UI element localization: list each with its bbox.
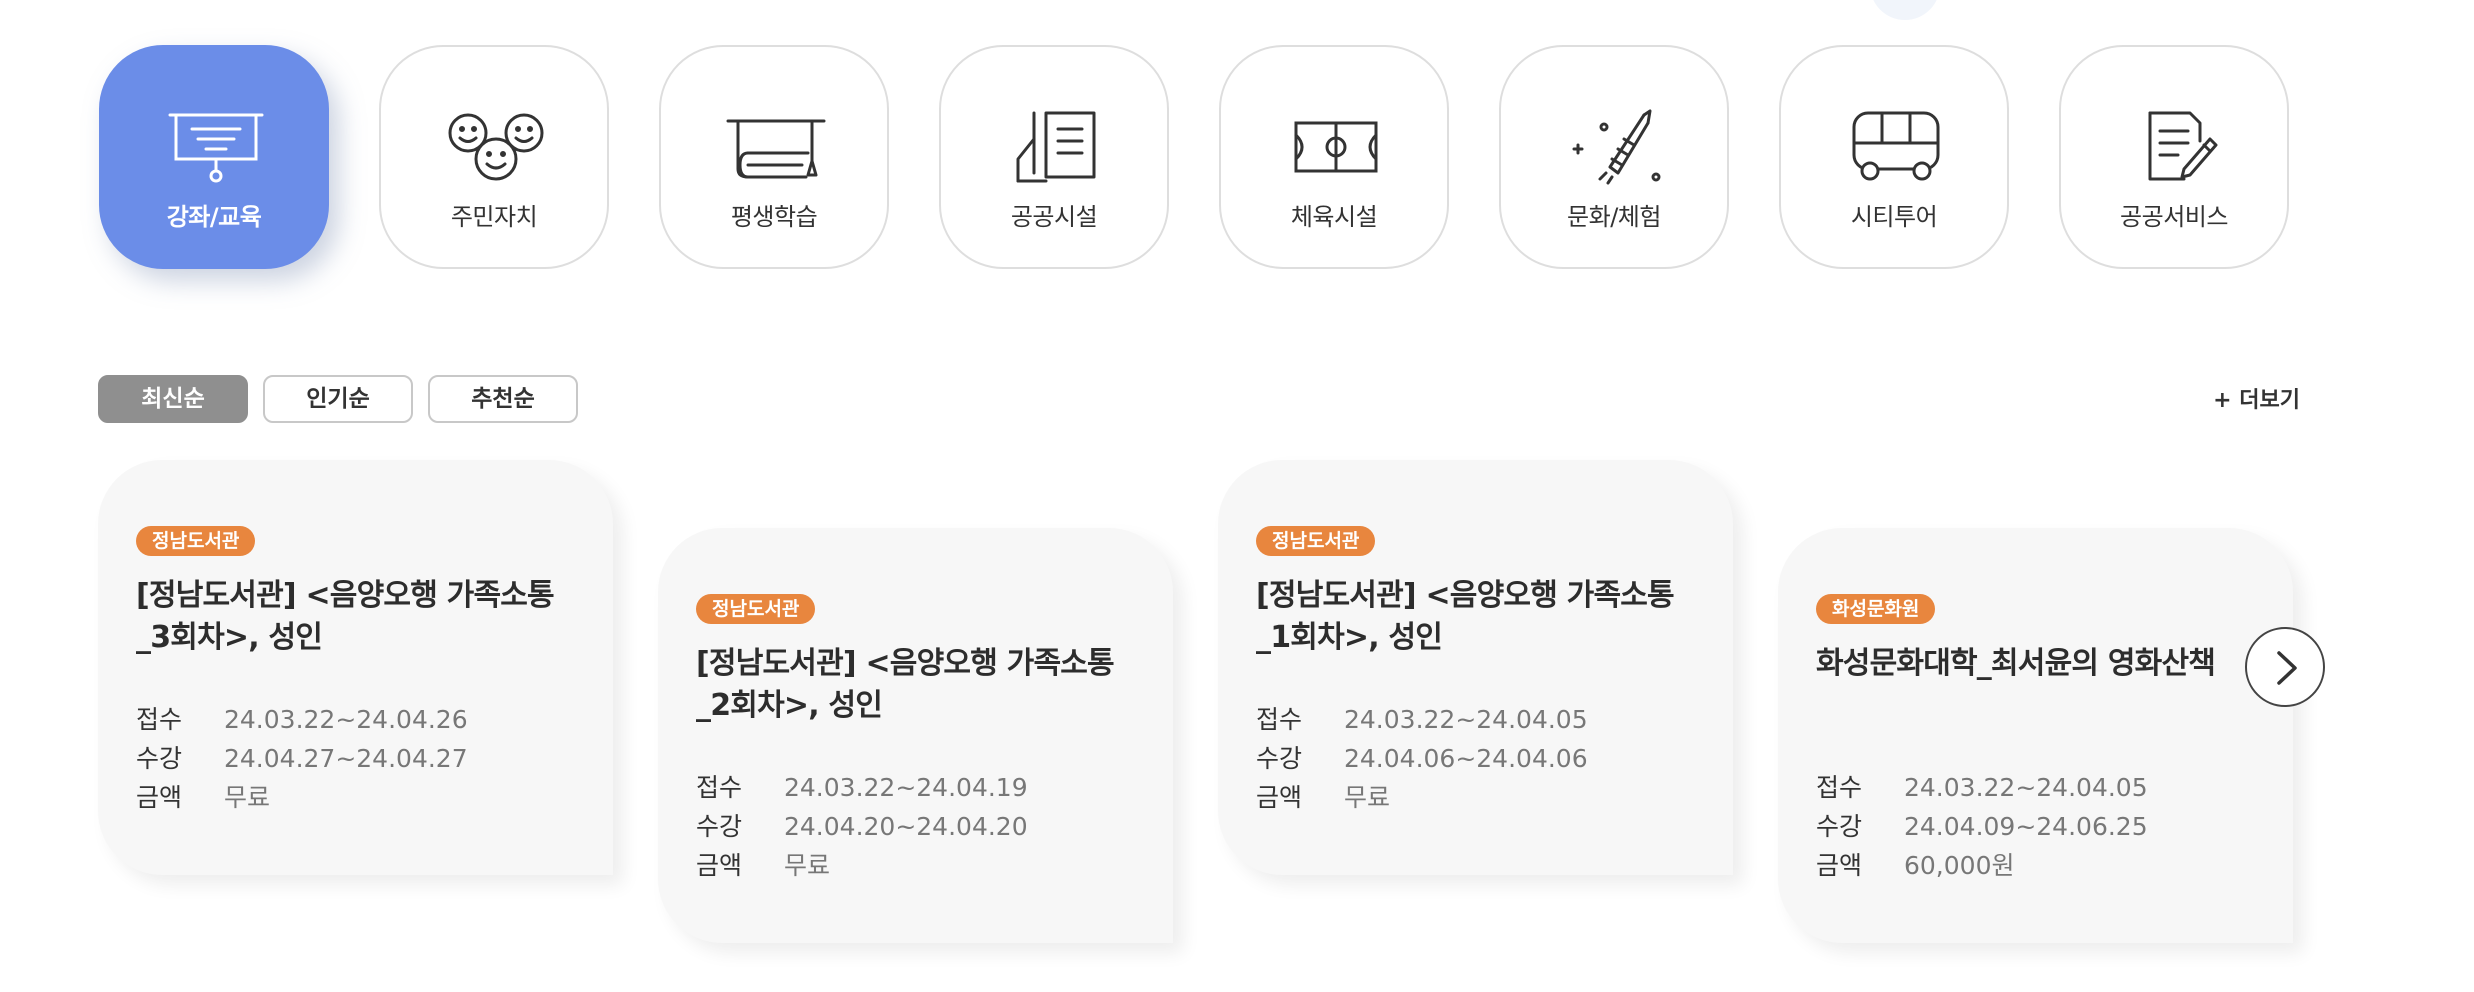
apply-label: 접수: [696, 773, 743, 802]
card-tag: 정남도서관: [1256, 526, 1376, 556]
category-lecture-education[interactable]: 강좌/교육: [99, 45, 329, 269]
bus-icon: [1852, 111, 1940, 181]
card-tag: 화성문화원: [1816, 594, 1936, 624]
smiley-faces-icon: [448, 113, 544, 181]
course-label: 수강: [136, 744, 183, 773]
course-period: 24.04.09~24.06.25: [1904, 812, 2148, 841]
category-public-facilities[interactable]: 공공시설: [939, 45, 1169, 269]
price-value: 무료: [1344, 783, 1391, 812]
category-label: 체육시설: [1290, 203, 1378, 231]
card-info: 접수 24.03.22~24.04.19 수강 24.04.20~24.04.20 …: [696, 768, 1136, 885]
category-label: 공공서비스: [2120, 203, 2228, 231]
firework-icon: [1572, 109, 1661, 185]
category-label: 주민자치: [450, 203, 538, 231]
sort-tab-latest[interactable]: 최신순: [98, 375, 248, 423]
price-label: 금액: [1816, 851, 1863, 880]
card-title: [정남도서관] <음양오행 가족소통_2회차>, 성인: [696, 646, 1115, 723]
price-value: 무료: [784, 851, 831, 880]
price-value: 60,000원: [1904, 851, 2015, 880]
course-label: 수강: [1816, 812, 1863, 841]
projector-screen-icon: [168, 113, 264, 183]
category-lifelong-learning[interactable]: 평생학습: [659, 45, 889, 269]
card-tag: 정남도서관: [136, 526, 256, 556]
card-title: [정남도서관] <음양오행 가족소통_3회차>, 성인: [136, 578, 555, 655]
carousel-next-button[interactable]: [2245, 627, 2325, 707]
sort-tab-recommended[interactable]: 추천순: [428, 375, 578, 423]
scroll-icon: [726, 119, 826, 179]
category-label: 평생학습: [730, 203, 818, 231]
program-card[interactable]: 정남도서관 [정남도서관] <음양오행 가족소통_2회차>, 성인 접수 24.0…: [658, 528, 1173, 943]
apply-period: 24.03.22~24.04.05: [1344, 705, 1588, 734]
program-card[interactable]: 정남도서관 [정남도서관] <음양오행 가족소통_3회차>, 성인 접수 24.0…: [98, 460, 613, 875]
document-pen-icon: [2148, 111, 2218, 181]
card-tag: 정남도서관: [696, 594, 816, 624]
price-value: 무료: [224, 783, 271, 812]
card-title: [정남도서관] <음양오행 가족소통_1회차>, 성인: [1256, 578, 1675, 655]
apply-label: 접수: [1256, 705, 1303, 734]
program-card[interactable]: 화성문화원 화성문화대학_최서윤의 영화산책 접수 24.03.22~24.04.…: [1778, 528, 2293, 943]
card-title: 화성문화대학_최서윤의 영화산책: [1816, 646, 2216, 681]
course-period: 24.04.06~24.04.06: [1344, 744, 1588, 773]
category-culture-experience[interactable]: 문화/체험: [1499, 45, 1729, 269]
program-card[interactable]: 정남도서관 [정남도서관] <음양오행 가족소통_1회차>, 성인 접수 24.0…: [1218, 460, 1733, 875]
card-info: 접수 24.03.22~24.04.05 수강 24.04.09~24.06.25 …: [1816, 768, 2256, 885]
course-label: 수강: [1256, 744, 1303, 773]
chevron-right-icon: [2277, 651, 2297, 685]
more-link[interactable]: + 더보기: [2190, 382, 2300, 414]
background-decoration: [1870, 0, 1940, 20]
category-label: 공공시설: [1010, 203, 1098, 231]
card-info: 접수 24.03.22~24.04.05 수강 24.04.06~24.04.06 …: [1256, 700, 1696, 817]
course-period: 24.04.20~24.04.20: [784, 812, 1028, 841]
price-label: 금액: [136, 783, 183, 812]
price-label: 금액: [1256, 783, 1303, 812]
sort-tab-popular[interactable]: 인기순: [263, 375, 413, 423]
category-menu: 강좌/교육 주민자치 평생학습 공공시설 체육시설 문화/체험 시티투어 공공서…: [99, 45, 2319, 275]
category-sports-facilities[interactable]: 체육시설: [1219, 45, 1449, 269]
apply-period: 24.03.22~24.04.26: [224, 705, 468, 734]
category-public-services[interactable]: 공공서비스: [2059, 45, 2289, 269]
category-resident-autonomy[interactable]: 주민자치: [379, 45, 609, 269]
category-city-tour[interactable]: 시티투어: [1779, 45, 2009, 269]
card-info: 접수 24.03.22~24.04.26 수강 24.04.27~24.04.27 …: [136, 700, 576, 817]
course-label: 수강: [696, 812, 743, 841]
category-label: 강좌/교육: [166, 203, 262, 231]
category-label: 시티투어: [1850, 203, 1938, 231]
apply-period: 24.03.22~24.04.05: [1904, 773, 2148, 802]
price-label: 금액: [696, 851, 743, 880]
course-period: 24.04.27~24.04.27: [224, 744, 468, 773]
category-label: 문화/체험: [1567, 203, 1661, 231]
apply-label: 접수: [1816, 773, 1863, 802]
apply-period: 24.03.22~24.04.19: [784, 773, 1028, 802]
sports-field-icon: [1294, 121, 1378, 173]
apply-label: 접수: [136, 705, 183, 734]
building-document-icon: [1016, 111, 1096, 183]
